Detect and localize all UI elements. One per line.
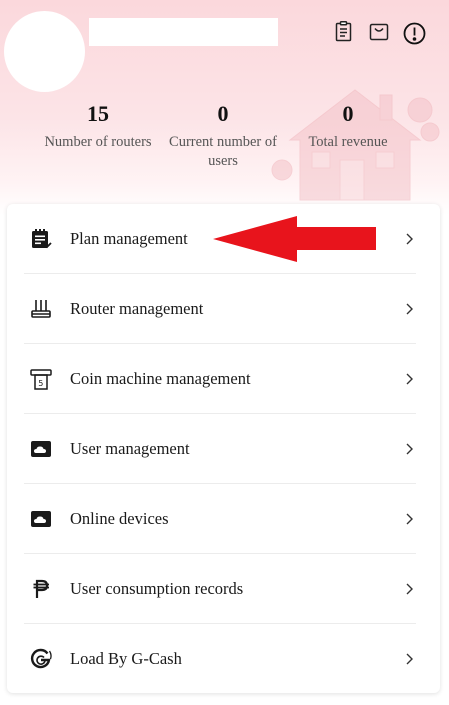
alert-icon[interactable]: [403, 22, 426, 45]
online-cloud-icon: [29, 507, 53, 531]
menu-label-router-management: Router management: [70, 299, 204, 318]
stat-revenue: 0 Total revenue: [298, 100, 398, 152]
menu-item-coin-machine-management[interactable]: 5 Coin machine management: [7, 344, 440, 414]
shopping-bag-icon[interactable]: [368, 21, 390, 43]
router-icon: [29, 297, 53, 321]
menu-item-plan-management[interactable]: Plan management: [7, 204, 440, 274]
plan-calendar-icon: [29, 227, 53, 251]
menu-item-online-devices[interactable]: Online devices: [7, 484, 440, 554]
menu-label-user-consumption-records: User consumption records: [70, 579, 244, 598]
stat-users-label: Current number of users: [169, 134, 277, 169]
menu-item-load-by-gcash[interactable]: Load By G-Cash: [7, 624, 440, 694]
menu-item-router-management[interactable]: Router management: [7, 274, 440, 344]
menu-label-load-by-gcash: Load By G-Cash: [70, 649, 182, 668]
chevron-right-icon: [406, 373, 413, 385]
menu-item-user-management[interactable]: User management: [7, 414, 440, 484]
coin-machine-icon: 5: [29, 367, 53, 391]
stat-users-value: 0: [217, 101, 229, 126]
stat-users: 0 Current number of users: [158, 100, 288, 171]
menu-label-plan-management: Plan management: [70, 229, 188, 248]
profile-header: 15 Number of routers 0 Current number of…: [0, 0, 449, 215]
stat-routers-label: Number of routers: [44, 134, 152, 150]
chevron-right-icon: [406, 583, 413, 595]
clipboard-icon[interactable]: [333, 21, 355, 43]
menu-label-coin-machine-management: Coin machine management: [70, 369, 251, 388]
chevron-right-icon: [406, 513, 413, 525]
stat-routers: 15 Number of routers: [33, 100, 163, 152]
chevron-right-icon: [406, 303, 413, 315]
chevron-right-icon: [406, 233, 413, 245]
stat-revenue-label: Total revenue: [308, 134, 388, 150]
avatar[interactable]: [4, 11, 85, 92]
svg-text:5: 5: [38, 379, 43, 388]
stat-routers-value: 15: [87, 101, 109, 126]
gcash-icon: [29, 647, 53, 671]
user-cloud-icon: [29, 437, 53, 461]
menu-label-user-management: User management: [70, 439, 190, 458]
menu-item-user-consumption-records[interactable]: User consumption records: [7, 554, 440, 624]
peso-icon: [29, 577, 53, 601]
menu-label-online-devices: Online devices: [70, 509, 169, 528]
menu-card: Plan management Router management 5 Coin…: [7, 204, 440, 693]
username-field: [89, 18, 278, 46]
chevron-right-icon: [406, 653, 413, 665]
chevron-right-icon: [406, 443, 413, 455]
stat-revenue-value: 0: [342, 101, 354, 126]
